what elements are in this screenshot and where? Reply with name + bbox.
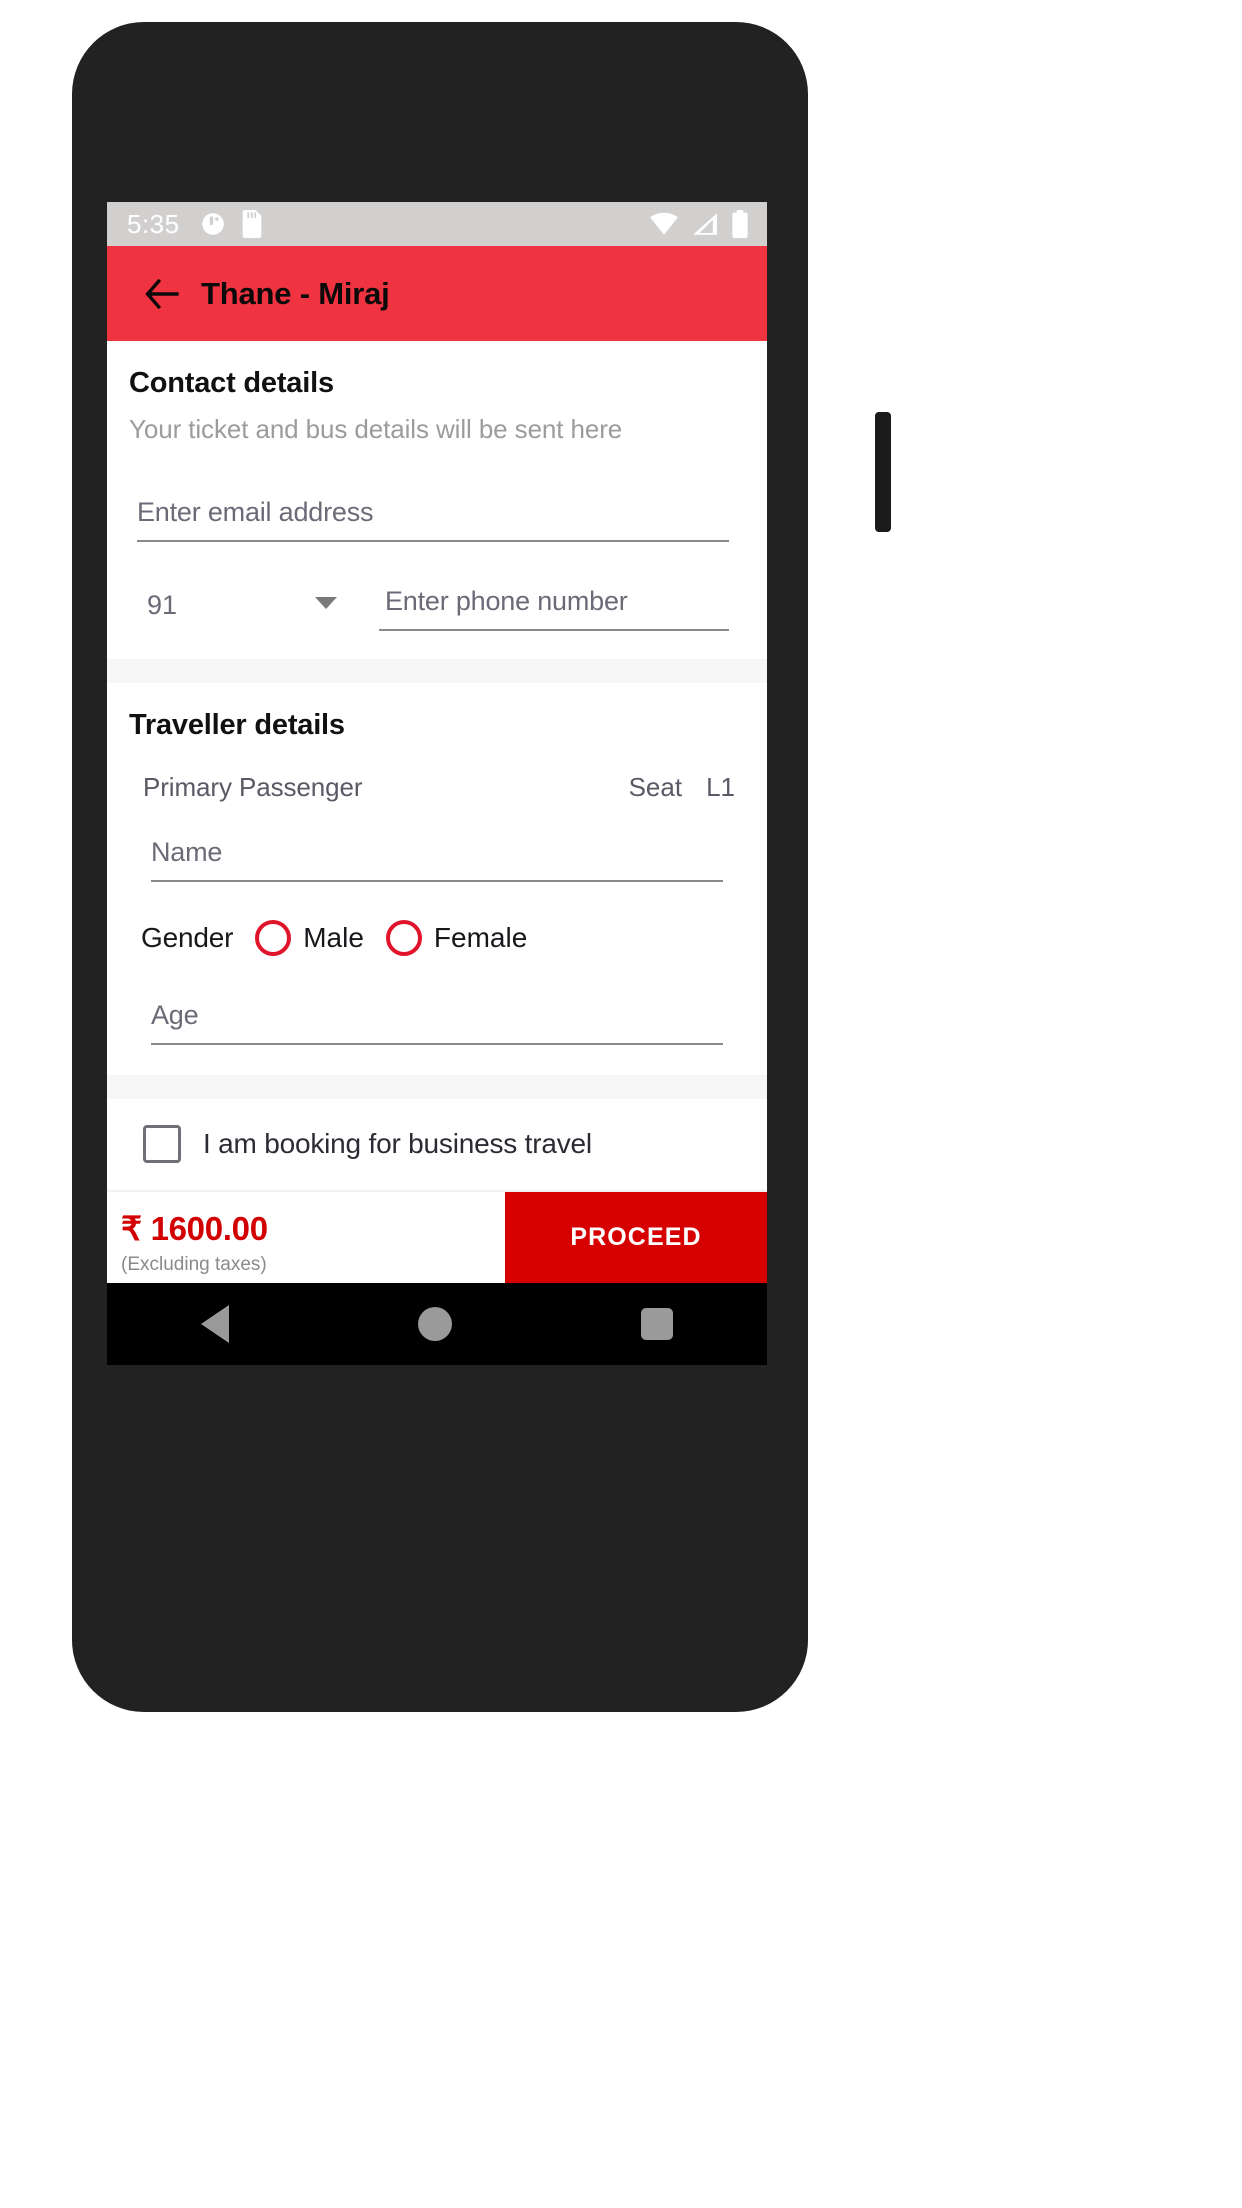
traveller-details-title: Traveller details bbox=[129, 709, 345, 741]
vibrate-icon bbox=[201, 213, 224, 235]
status-bar: 5:35 bbox=[107, 202, 767, 246]
total-price: ₹ 1600.00 bbox=[121, 1210, 268, 1247]
passenger-header-row: Primary Passenger Seat L1 bbox=[129, 772, 745, 803]
wifi-icon bbox=[650, 212, 678, 235]
email-field[interactable]: Enter email address bbox=[137, 497, 729, 542]
battery-icon bbox=[732, 210, 748, 238]
sd-card-icon bbox=[242, 210, 261, 238]
gender-label: Gender bbox=[141, 922, 234, 953]
price-note: (Excluding taxes) bbox=[121, 1254, 267, 1275]
nav-recent-icon[interactable] bbox=[640, 1308, 673, 1340]
device-button-right-1[interactable] bbox=[875, 412, 891, 532]
signal-icon bbox=[693, 213, 717, 235]
status-time: 5:35 bbox=[127, 208, 180, 239]
seat-info: Seat L1 bbox=[629, 772, 735, 803]
seat-value: L1 bbox=[706, 772, 735, 802]
status-icons-left bbox=[200, 210, 264, 238]
name-placeholder: Name bbox=[151, 837, 223, 867]
page-title: Thane - Miraj bbox=[201, 275, 390, 311]
nav-back-icon[interactable] bbox=[201, 1305, 230, 1343]
email-placeholder: Enter email address bbox=[137, 497, 374, 527]
app-bar: Thane - Miraj bbox=[107, 246, 767, 341]
age-placeholder: Age bbox=[151, 1000, 199, 1030]
content-scroll-area[interactable]: Contact details Your ticket and bus deta… bbox=[107, 341, 767, 1191]
passenger-name-field[interactable]: Name bbox=[151, 837, 723, 882]
nav-home-icon[interactable] bbox=[417, 1307, 452, 1341]
contact-details-card: Contact details Your ticket and bus deta… bbox=[107, 341, 767, 659]
business-travel-card[interactable]: I am booking for business travel bbox=[107, 1099, 767, 1189]
price-block: ₹ 1600.00 (Excluding taxes) bbox=[107, 1192, 505, 1283]
business-travel-label: I am booking for business travel bbox=[203, 1128, 592, 1159]
chevron-down-icon bbox=[315, 596, 337, 609]
contact-details-title: Contact details bbox=[129, 367, 334, 399]
gender-row: Gender Male Female bbox=[141, 920, 745, 956]
gender-option-female-label: Female bbox=[433, 922, 528, 953]
back-arrow-icon[interactable] bbox=[145, 278, 179, 309]
screenshot-root: 5:35 Thane - Miraj Contact details Your … bbox=[0, 0, 1242, 2208]
gender-radio-male[interactable] bbox=[255, 920, 292, 956]
gender-option-male-label: Male bbox=[303, 922, 364, 953]
contact-details-subtitle: Your ticket and bus details will be sent… bbox=[129, 414, 623, 444]
section-divider-2 bbox=[107, 1075, 767, 1099]
phone-placeholder: Enter phone number bbox=[385, 586, 628, 616]
section-divider-1 bbox=[107, 659, 767, 683]
country-code-select[interactable]: 91 bbox=[137, 590, 347, 631]
country-code-value: 91 bbox=[147, 590, 178, 620]
bottom-action-bar: ₹ 1600.00 (Excluding taxes) PROCEED bbox=[107, 1191, 767, 1283]
gender-radio-female[interactable] bbox=[385, 920, 422, 956]
phone-screen: 5:35 Thane - Miraj Contact details Your … bbox=[107, 202, 767, 1365]
traveller-details-card: Traveller details Primary Passenger Seat… bbox=[107, 683, 767, 1075]
proceed-button[interactable]: PROCEED bbox=[505, 1192, 767, 1283]
business-travel-checkbox[interactable] bbox=[143, 1125, 181, 1163]
passenger-label: Primary Passenger bbox=[143, 772, 363, 802]
phone-row: 91 Enter phone number bbox=[137, 586, 729, 631]
seat-label: Seat bbox=[628, 772, 683, 802]
android-nav-bar bbox=[107, 1283, 767, 1365]
status-icons-right bbox=[649, 210, 755, 238]
phone-number-field[interactable]: Enter phone number bbox=[379, 586, 729, 631]
passenger-age-field[interactable]: Age bbox=[151, 1000, 723, 1045]
